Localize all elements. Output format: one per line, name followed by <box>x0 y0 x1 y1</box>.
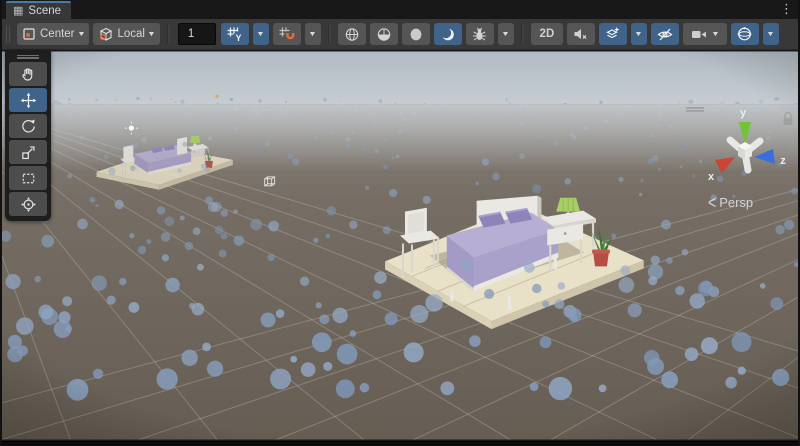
vignette <box>2 51 798 439</box>
handle-position-label: Center <box>40 28 75 40</box>
grid-tab-icon: ▦ <box>13 6 23 17</box>
rect-icon <box>20 170 37 187</box>
grid-axis-icon: Y <box>226 26 244 42</box>
hand-tool-button[interactable] <box>9 62 47 86</box>
crescent-moon-icon <box>440 27 456 42</box>
tool-palette <box>5 50 51 221</box>
orientation-gizmo[interactable]: y x z <box>702 102 798 184</box>
tab-scene[interactable]: ▦ Scene <box>6 1 71 19</box>
chevron-down-icon: ▼ <box>147 31 156 38</box>
effects-toggle-button[interactable] <box>599 23 627 45</box>
audio-toggle-button[interactable] <box>567 23 595 45</box>
gizmos-dropdown-arrow[interactable]: ▼ <box>763 23 779 45</box>
tab-label: Scene <box>28 5 61 17</box>
scale-icon <box>20 144 37 161</box>
chevron-down-icon: ▼ <box>309 31 318 38</box>
move-tool-button[interactable] <box>9 88 47 112</box>
gizmo-sphere-icon <box>736 26 753 42</box>
effects-dropdown-arrow[interactable]: ▼ <box>631 23 647 45</box>
palette-grip[interactable] <box>17 53 39 60</box>
camera-settings-dropdown[interactable]: ▼ <box>683 23 727 45</box>
shading-mode-button[interactable] <box>338 23 366 45</box>
grid-size-field[interactable] <box>178 23 216 45</box>
svg-text:Y: Y <box>235 33 241 42</box>
chevron-down-icon: ▼ <box>711 31 720 38</box>
gizmo-axis-y[interactable] <box>739 122 751 145</box>
transform-tool-button[interactable] <box>9 192 47 216</box>
grid-dropdown-arrow[interactable]: ▼ <box>253 23 269 45</box>
scene-viewport[interactable]: y x z < Persp <box>2 50 798 441</box>
gizmo-axis-x[interactable] <box>715 157 735 173</box>
toolbar-grip[interactable] <box>6 25 12 43</box>
axis-label-x: x <box>708 171 715 183</box>
scene-toolbar: Center ▼ Local ▼ Y ▼ <box>2 19 798 50</box>
rotate-tool-button[interactable] <box>9 114 47 138</box>
lock-icon[interactable] <box>784 113 793 126</box>
toolbar-separator <box>328 25 329 43</box>
snap-magnet-icon <box>278 26 296 42</box>
snap-increment-button[interactable] <box>273 23 301 45</box>
projection-toggle[interactable]: < Persp <box>708 194 753 210</box>
hidden-objects-button[interactable] <box>651 23 679 45</box>
axis-label-z: z <box>780 155 786 167</box>
handle-rotation-label: Local <box>117 28 145 40</box>
local-cube-icon <box>98 27 114 42</box>
chevron-down-icon: ▼ <box>257 31 266 38</box>
eye-slash-icon <box>656 27 674 42</box>
scene-lighting-button[interactable] <box>370 23 398 45</box>
solid-sphere-icon <box>408 27 424 42</box>
axis-label-y: y <box>740 107 747 119</box>
2d-toggle-button[interactable]: 2D <box>531 23 563 45</box>
unity-scene-window: ▦ Scene ⋮ Center ▼ Local ▼ <box>0 0 800 446</box>
grid-visibility-button[interactable]: Y <box>221 23 249 45</box>
tab-bar: ▦ Scene ⋮ <box>2 0 798 19</box>
chevron-down-icon: ▼ <box>502 31 511 38</box>
chevron-down-icon: ▼ <box>767 31 776 38</box>
rect-tool-button[interactable] <box>9 166 47 190</box>
window-bottom-edge <box>2 441 798 446</box>
chevron-down-icon: ▼ <box>77 31 86 38</box>
rotate-icon <box>20 118 37 135</box>
bug-icon <box>471 27 488 42</box>
persp-label: Persp <box>719 195 753 210</box>
night-mode-button[interactable] <box>434 23 462 45</box>
chevron-down-icon: ▼ <box>635 31 644 38</box>
half-shaded-globe-icon <box>376 27 392 42</box>
speaker-muted-icon <box>572 27 589 41</box>
2d-label: 2D <box>540 28 555 40</box>
wireframe-globe-icon <box>344 27 360 42</box>
toolbar-separator <box>167 25 168 43</box>
skybox-button[interactable] <box>402 23 430 45</box>
overflow-menu-icon[interactable]: ⋮ <box>780 1 793 16</box>
persp-arrow-icon: < <box>708 192 716 213</box>
hand-icon <box>20 66 37 83</box>
snap-dropdown-arrow[interactable]: ▼ <box>305 23 321 45</box>
toolbar-separator <box>521 25 522 43</box>
gizmos-toggle-button[interactable] <box>731 23 759 45</box>
gizmo-axis-z[interactable] <box>754 149 775 164</box>
debug-dropdown-arrow[interactable]: ▼ <box>498 23 514 45</box>
debug-bug-button[interactable] <box>466 23 494 45</box>
scale-tool-button[interactable] <box>9 140 47 164</box>
tool-handle-rotation-dropdown[interactable]: Local ▼ <box>93 23 159 45</box>
transform-icon <box>20 196 37 213</box>
camera-icon <box>691 28 708 41</box>
tool-handle-position-dropdown[interactable]: Center ▼ <box>17 23 89 45</box>
scene-canvas[interactable] <box>2 50 798 441</box>
pivot-center-icon <box>22 27 37 41</box>
effects-layers-icon <box>604 26 621 42</box>
move-icon <box>20 92 37 109</box>
